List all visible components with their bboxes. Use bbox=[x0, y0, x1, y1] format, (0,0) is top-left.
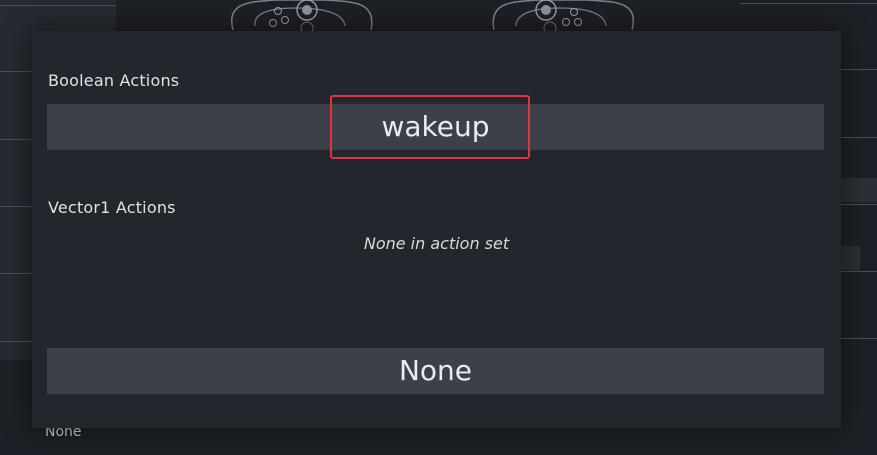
action-picker-dialog: Boolean Actions wakeup Vector1 Actions N… bbox=[32, 31, 841, 428]
screen: None Boolean Actions wakeup Vector1 Acti… bbox=[0, 0, 877, 455]
vector1-actions-heading: Vector1 Actions bbox=[48, 198, 176, 217]
none-button[interactable]: None bbox=[47, 348, 824, 394]
background-divider bbox=[840, 137, 877, 138]
background-divider bbox=[840, 338, 877, 339]
background-divider bbox=[0, 5, 116, 6]
background-divider bbox=[840, 271, 877, 272]
background-divider bbox=[840, 69, 877, 70]
action-wakeup-button[interactable]: wakeup bbox=[47, 104, 824, 150]
background-divider bbox=[740, 3, 877, 4]
background-divider bbox=[840, 204, 877, 205]
vector1-empty-message: None in action set bbox=[363, 234, 510, 253]
boolean-actions-heading: Boolean Actions bbox=[48, 71, 180, 90]
